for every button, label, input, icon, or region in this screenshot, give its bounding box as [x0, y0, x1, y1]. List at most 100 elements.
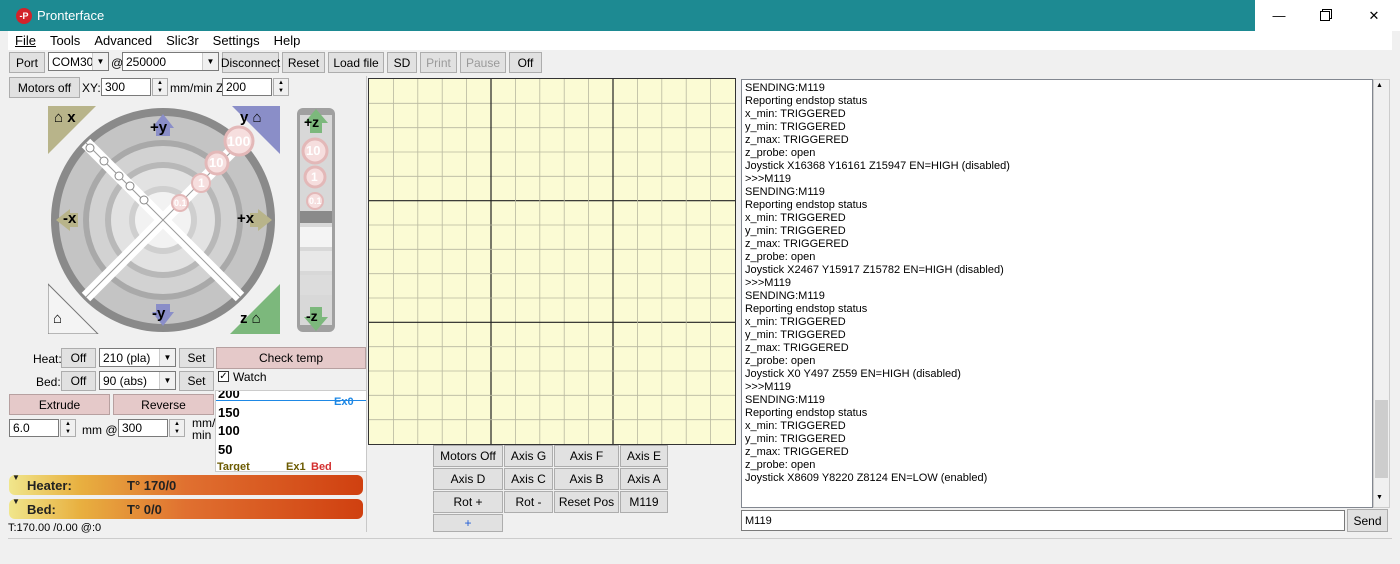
macro-axis-b[interactable]: Axis B: [554, 468, 619, 490]
pause-button[interactable]: Pause: [460, 52, 506, 73]
scroll-thumb[interactable]: [1375, 400, 1388, 478]
z-step-1[interactable]: 1: [311, 170, 318, 184]
extrude-length-input[interactable]: 6.0 ▲ ▼: [9, 419, 76, 437]
heat-set-button[interactable]: Set: [179, 348, 214, 368]
scroll-up-icon[interactable]: ▲: [1376, 82, 1383, 89]
macro-rot-minus[interactable]: Rot -: [504, 491, 553, 513]
sd-button[interactable]: SD: [387, 52, 417, 73]
macro-axis-c[interactable]: Axis C: [504, 468, 553, 490]
macro-axis-a[interactable]: Axis A: [620, 468, 668, 490]
console-line: Reporting endstop status: [745, 199, 868, 211]
console-line: z_max: TRIGGERED: [745, 446, 849, 458]
home-x-button[interactable]: ⌂ x: [54, 109, 76, 126]
port-button[interactable]: Port: [9, 52, 45, 73]
graph-tick-200: 200: [218, 390, 240, 401]
graph-tick-150: 150: [218, 405, 240, 420]
step-1[interactable]: 1: [198, 176, 205, 190]
console-line: SENDING:M119: [745, 290, 825, 302]
xy-feedrate-input[interactable]: 300 ▲ ▼: [101, 78, 168, 96]
console-line: x_min: TRIGGERED: [745, 420, 846, 432]
spin-arrows-icon[interactable]: ▲ ▼: [152, 78, 168, 96]
console-line: Joystick X2467 Y15917 Z15782 EN=HIGH (di…: [745, 264, 1004, 276]
console-line: y_min: TRIGGERED: [745, 433, 846, 445]
jog-plus-x[interactable]: +x: [237, 210, 254, 227]
console-line: >>>M119: [745, 277, 791, 289]
menu-help[interactable]: Help: [267, 33, 308, 48]
menu-slic3r[interactable]: Slic3r: [159, 33, 206, 48]
macro-reset-pos[interactable]: Reset Pos: [554, 491, 619, 513]
jog-minus-z[interactable]: -z: [306, 308, 318, 324]
off-button[interactable]: Off: [509, 52, 542, 73]
macro-axis-f[interactable]: Axis F: [554, 445, 619, 467]
macro-axis-d[interactable]: Axis D: [433, 468, 503, 490]
watch-checkbox[interactable]: ✓: [218, 371, 229, 382]
console-line: z_probe: open: [745, 355, 816, 367]
jog-plus-z[interactable]: +z: [304, 114, 319, 130]
console-line: SENDING:M119: [745, 82, 825, 94]
macro-rot-plus[interactable]: Rot +: [433, 491, 503, 513]
bed-set-button[interactable]: Set: [179, 371, 214, 391]
z-step-0-1[interactable]: 0.1: [309, 196, 322, 206]
close-button[interactable]: ✕: [1348, 1, 1400, 30]
home-icon: ⌂: [251, 310, 261, 327]
console-line: x_min: TRIGGERED: [745, 316, 846, 328]
z-step-10[interactable]: 10: [306, 143, 320, 158]
console-line: y_min: TRIGGERED: [745, 225, 846, 237]
menu-tools[interactable]: Tools: [43, 33, 87, 48]
console-line: z_probe: open: [745, 251, 816, 263]
legend-ex1: Ex1: [286, 461, 306, 472]
console-log[interactable]: SENDING:M119 Reporting endstop status x_mi…: [741, 79, 1373, 508]
spin-arrows-icon[interactable]: ▲ ▼: [169, 419, 185, 437]
build-plate-view[interactable]: [368, 78, 736, 445]
port-select[interactable]: COM30 ▼: [48, 52, 109, 71]
console-line: y_min: TRIGGERED: [745, 329, 846, 341]
bed-temp-select[interactable]: 90 (abs) ▼: [99, 371, 176, 390]
load-file-button[interactable]: Load file: [328, 52, 384, 73]
console-line: z_probe: open: [745, 147, 816, 159]
z-jog-control[interactable]: [296, 107, 336, 333]
console-line: x_min: TRIGGERED: [745, 108, 846, 120]
send-button[interactable]: Send: [1347, 509, 1388, 532]
home-z-button[interactable]: z ⌂: [240, 310, 261, 327]
print-button[interactable]: Print: [420, 52, 457, 73]
maximize-button[interactable]: [1302, 1, 1348, 30]
step-0-1[interactable]: 0.1: [174, 198, 187, 208]
spin-arrows-icon[interactable]: ▲ ▼: [273, 78, 289, 96]
motors-off-button[interactable]: Motors off: [9, 77, 80, 98]
home-all-button[interactable]: ⌂: [53, 310, 62, 327]
jog-plus-y[interactable]: +y: [150, 119, 167, 136]
extrude-speed-input[interactable]: 300 ▲ ▼: [118, 419, 185, 437]
console-scrollbar[interactable]: ▲ ▼: [1373, 79, 1390, 508]
reset-button[interactable]: Reset: [282, 52, 325, 73]
check-temp-button[interactable]: Check temp: [216, 347, 366, 369]
spin-arrows-icon[interactable]: ▲ ▼: [60, 419, 76, 437]
macro-axis-g[interactable]: Axis G: [504, 445, 553, 467]
jog-minus-y[interactable]: -y: [152, 305, 165, 322]
menu-bar: File Tools Advanced Slic3r Settings Help: [8, 31, 1392, 50]
minimize-button[interactable]: —: [1256, 1, 1302, 30]
bed-value: T° 0/0: [127, 502, 162, 517]
home-y-button[interactable]: y ⌂: [240, 109, 262, 126]
reverse-button[interactable]: Reverse: [113, 394, 214, 415]
home-icon: ⌂: [53, 310, 63, 327]
z-feedrate-input[interactable]: 200 ▲ ▼: [222, 78, 289, 96]
menu-settings[interactable]: Settings: [206, 33, 267, 48]
menu-advanced[interactable]: Advanced: [87, 33, 159, 48]
add-macro-button[interactable]: +: [433, 514, 503, 532]
macro-axis-e[interactable]: Axis E: [620, 445, 668, 467]
scroll-down-icon[interactable]: ▼: [1376, 494, 1383, 501]
heat-off-button[interactable]: Off: [61, 348, 96, 368]
baud-select[interactable]: 250000 ▼: [122, 52, 219, 71]
heat-temp-select[interactable]: 210 (pla) ▼: [99, 348, 176, 367]
bed-off-button[interactable]: Off: [61, 371, 96, 391]
step-100[interactable]: 100: [227, 133, 250, 149]
disconnect-button[interactable]: Disconnect: [221, 52, 280, 73]
macro-m119[interactable]: M119: [620, 491, 668, 513]
extrude-button[interactable]: Extrude: [9, 394, 110, 415]
macro-motors-off[interactable]: Motors Off: [433, 445, 503, 467]
step-10[interactable]: 10: [209, 155, 223, 170]
jog-minus-x[interactable]: -x: [63, 210, 76, 227]
menu-file[interactable]: File: [8, 33, 43, 48]
command-input[interactable]: M119: [741, 510, 1345, 531]
graph-tick-100: 100: [218, 423, 240, 438]
